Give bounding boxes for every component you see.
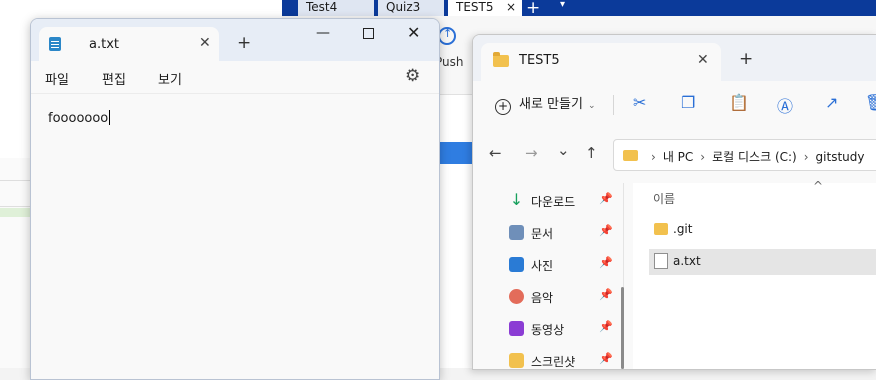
notepad-tab-title: a.txt bbox=[89, 37, 119, 52]
nav-item-pictures[interactable]: 사진 📌 bbox=[509, 255, 617, 279]
notepad-tab[interactable]: a.txt ✕ bbox=[39, 27, 219, 61]
nav-item-downloads[interactable]: ↓ 다운로드 📌 bbox=[509, 191, 617, 215]
notepad-titlebar: a.txt ✕ + — ✕ bbox=[31, 19, 439, 61]
share-icon[interactable]: ↗ bbox=[825, 93, 838, 112]
picture-icon bbox=[509, 257, 524, 272]
download-icon: ↓ bbox=[509, 190, 524, 209]
document-icon bbox=[509, 225, 524, 240]
new-button[interactable]: + 새로 만들기 ⌄ bbox=[495, 93, 595, 115]
column-header-name[interactable]: 이름 bbox=[653, 190, 675, 207]
nav-item-documents[interactable]: 문서 📌 bbox=[509, 223, 617, 247]
text-file-icon bbox=[654, 253, 668, 269]
notepad-editor[interactable]: fooooooo bbox=[31, 94, 439, 379]
file-list: ^ 이름 .git a.txt bbox=[633, 179, 876, 369]
new-tab-icon[interactable]: + bbox=[237, 33, 251, 53]
editor-content: fooooooo bbox=[48, 110, 111, 126]
gear-icon[interactable]: ⚙ bbox=[405, 66, 420, 86]
close-icon[interactable]: ✕ bbox=[697, 52, 709, 68]
explorer-tab-title: TEST5 bbox=[519, 53, 560, 68]
folder-icon bbox=[493, 52, 509, 67]
pin-icon[interactable]: 📌 bbox=[599, 224, 613, 237]
copy-icon[interactable]: ❐ bbox=[681, 93, 695, 112]
divider bbox=[613, 95, 614, 115]
push-icon[interactable] bbox=[438, 27, 456, 45]
address-bar[interactable]: › 내 PC › 로컬 디스크 (C:) › gitstudy bbox=[613, 139, 876, 171]
list-item[interactable]: a.txt bbox=[649, 249, 876, 275]
up-icon[interactable]: ↑ bbox=[585, 144, 598, 162]
back-icon[interactable]: ← bbox=[489, 144, 502, 162]
background-selection bbox=[437, 142, 477, 164]
folder-icon bbox=[654, 223, 668, 235]
video-icon bbox=[509, 321, 524, 336]
explorer-body: ↓ 다운로드 📌 문서 📌 사진 📌 음악 📌 동영상 📌 스크린샷 📌 ^ 이… bbox=[473, 179, 876, 369]
breadcrumb: › 내 PC › 로컬 디스크 (C:) › gitstudy bbox=[651, 150, 865, 164]
background-tab-bar: Test4 Quiz3 TEST5 × bbox=[282, 0, 876, 16]
rename-icon[interactable]: Ⓐ bbox=[777, 93, 793, 117]
paste-icon[interactable]: 📋 bbox=[729, 93, 749, 112]
breadcrumb-item[interactable]: 로컬 디스크 (C:) bbox=[712, 150, 797, 164]
list-item[interactable]: .git bbox=[649, 217, 876, 243]
pin-icon[interactable]: 📌 bbox=[599, 352, 613, 365]
notepad-icon bbox=[49, 37, 61, 51]
explorer-command-bar: + 새로 만들기 ⌄ ✂ ❐ 📋 Ⓐ ↗ 🗑 bbox=[473, 81, 876, 128]
notepad-menu-bar: 파일 편집 보기 ⚙ bbox=[31, 61, 439, 94]
maximize-icon[interactable] bbox=[363, 28, 374, 39]
chevron-down-icon[interactable]: ▾ bbox=[560, 0, 565, 10]
file-explorer-window: TEST5 ✕ + + 새로 만들기 ⌄ ✂ ❐ 📋 Ⓐ ↗ 🗑 ← → ⌄ ↑ ›… bbox=[472, 34, 876, 370]
pin-icon[interactable]: 📌 bbox=[599, 288, 613, 301]
background-list bbox=[0, 158, 31, 368]
pin-icon[interactable]: 📌 bbox=[599, 192, 613, 205]
pin-icon[interactable]: 📌 bbox=[599, 320, 613, 333]
close-icon[interactable]: ✕ bbox=[199, 35, 211, 51]
nav-scrollbar-thumb[interactable] bbox=[621, 287, 624, 369]
plus-icon: + bbox=[495, 99, 511, 115]
navigation-pane: ↓ 다운로드 📌 문서 📌 사진 📌 음악 📌 동영상 📌 스크린샷 📌 bbox=[473, 183, 621, 369]
breadcrumb-item[interactable]: 내 PC bbox=[663, 150, 693, 164]
text-caret bbox=[109, 110, 111, 125]
menu-view[interactable]: 보기 bbox=[158, 69, 182, 88]
divider bbox=[0, 206, 31, 207]
chevron-down-icon[interactable]: ⌄ bbox=[557, 141, 570, 159]
nav-item-music[interactable]: 음악 📌 bbox=[509, 287, 617, 311]
close-icon[interactable]: × bbox=[506, 0, 516, 15]
explorer-titlebar: TEST5 ✕ + bbox=[473, 35, 876, 81]
bg-tab-quiz3[interactable]: Quiz3 bbox=[378, 0, 446, 16]
delete-icon[interactable]: 🗑 bbox=[865, 93, 876, 112]
menu-edit[interactable]: 편집 bbox=[102, 69, 126, 88]
sort-arrow-icon[interactable]: ^ bbox=[813, 179, 823, 193]
folder-icon bbox=[509, 353, 524, 368]
diff-added-line bbox=[0, 208, 31, 217]
nav-item-videos[interactable]: 동영상 📌 bbox=[509, 319, 617, 343]
minimize-icon[interactable]: — bbox=[316, 25, 330, 41]
explorer-nav-bar: ← → ⌄ ↑ › 내 PC › 로컬 디스크 (C:) › gitstudy bbox=[473, 127, 876, 183]
bg-tab-test5[interactable]: TEST5 × bbox=[448, 0, 524, 16]
notepad-window: a.txt ✕ + — ✕ 파일 편집 보기 ⚙ fooooooo bbox=[30, 18, 440, 380]
folder-icon bbox=[623, 150, 638, 161]
breadcrumb-item[interactable]: gitstudy bbox=[816, 150, 865, 164]
forward-icon[interactable]: → bbox=[525, 144, 538, 162]
cut-icon[interactable]: ✂ bbox=[633, 93, 646, 112]
chevron-down-icon: ⌄ bbox=[587, 101, 596, 111]
pin-icon[interactable]: 📌 bbox=[599, 256, 613, 269]
menu-file[interactable]: 파일 bbox=[45, 69, 69, 88]
close-icon[interactable]: ✕ bbox=[407, 23, 420, 42]
new-button-label: 새로 만들기 bbox=[519, 97, 583, 112]
music-icon bbox=[509, 289, 524, 304]
new-tab-icon[interactable]: + bbox=[739, 49, 753, 69]
explorer-tab[interactable]: TEST5 ✕ bbox=[481, 43, 721, 81]
bg-tab-test4[interactable]: Test4 bbox=[298, 0, 376, 16]
nav-item-screenshots[interactable]: 스크린샷 📌 bbox=[509, 351, 617, 369]
divider bbox=[0, 180, 31, 181]
